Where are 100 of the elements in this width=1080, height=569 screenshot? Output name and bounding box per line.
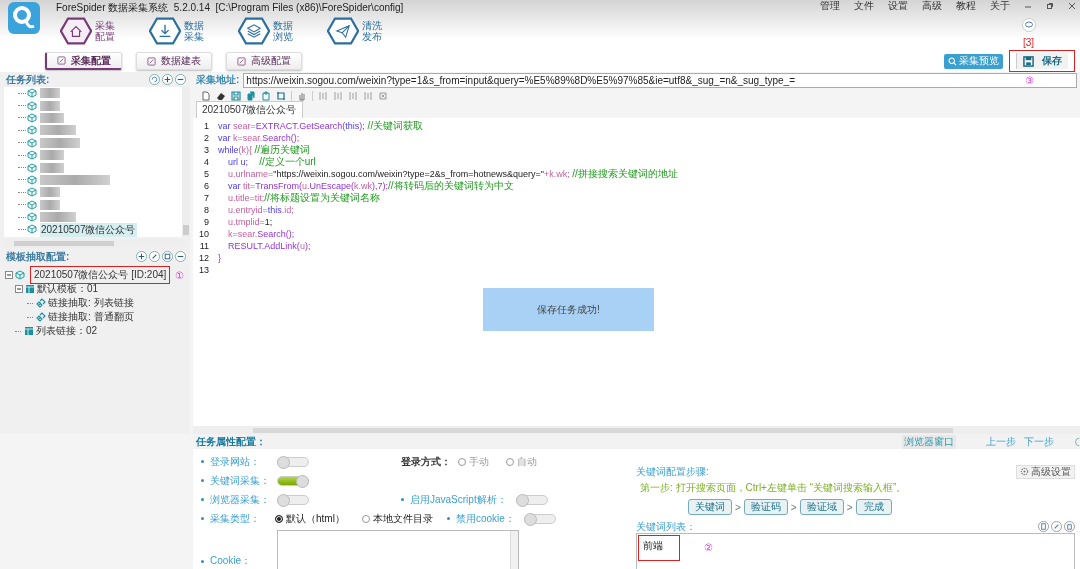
crop-icon[interactable] [276, 90, 286, 101]
tree-item[interactable]: 默认模板：01 [37, 282, 99, 296]
tree-connector [27, 316, 33, 318]
line-number: 1 [203, 121, 209, 131]
tree-connector [18, 129, 26, 131]
menu-item[interactable]: 设置 [888, 0, 908, 13]
file-icon[interactable] [201, 90, 211, 101]
keyword-item[interactable]: 前端 [643, 540, 663, 551]
refresh-icon[interactable] [149, 74, 160, 85]
save-icon[interactable] [162, 251, 173, 262]
scrollbar[interactable] [193, 426, 1080, 434]
menu-item[interactable]: 管理 [820, 0, 840, 13]
cube-icon [27, 88, 37, 99]
hand-icon[interactable] [297, 90, 307, 101]
cube-icon [27, 100, 37, 111]
trash-icon[interactable] [1064, 521, 1075, 532]
radio-button[interactable] [361, 514, 370, 523]
import-icon[interactable] [1038, 521, 1049, 532]
add-icon[interactable] [162, 74, 173, 85]
url-label: 采集地址: [195, 73, 240, 87]
save-icon[interactable] [231, 90, 241, 101]
editor-tab[interactable]: 20210507微信公众号 [196, 101, 303, 118]
code-line: k=sear.Search(); [227, 229, 295, 239]
paste-icon[interactable] [261, 90, 271, 101]
bullet-icon [446, 517, 450, 520]
add-icon[interactable] [136, 251, 147, 262]
step-separator: > [735, 501, 741, 513]
tree-connector [18, 229, 26, 230]
line-number: 8 [203, 205, 209, 215]
close-icon[interactable] [1068, 2, 1076, 10]
cube-icon [27, 187, 37, 198]
close-icon[interactable] [378, 90, 388, 101]
edit-icon [147, 56, 156, 66]
collapse-icon[interactable] [15, 285, 23, 293]
toggle-switch[interactable] [277, 456, 309, 467]
menu-item[interactable]: 教程 [956, 0, 976, 13]
edit-icon [57, 56, 66, 65]
line-number: 3 [203, 145, 209, 155]
url-field[interactable]: https://weixin.sogou.com/weixin?type=1&s_from=input&query=%E5%89%8D%E5%97%85&ie=utf8&_sug_=n&_sug_type_= ③ [243, 72, 1077, 88]
menu-item[interactable]: 文件 [854, 0, 874, 13]
tree-item[interactable]: 链接抽取: 列表链接 [48, 296, 134, 310]
field-label: 禁用cookie： [455, 511, 515, 526]
toggle-switch[interactable] [277, 494, 309, 505]
code-line: url u; //定义一个url [227, 155, 316, 169]
restore-icon[interactable] [1046, 2, 1054, 10]
tree-connector [15, 330, 21, 332]
bullet-icon [201, 479, 204, 482]
step-button[interactable]: 验证域 [799, 499, 844, 515]
tree-root-item[interactable]: 20210507微信公众号 [ID:204] [30, 266, 171, 284]
remove-icon[interactable] [175, 251, 186, 262]
copy-icon[interactable] [246, 90, 256, 101]
collapse-icon[interactable] [5, 271, 13, 279]
scrollbar[interactable] [182, 87, 190, 237]
code-line: while(k){ //遍历关键词 [218, 143, 311, 156]
cube-icon [27, 212, 37, 223]
cube-icon [27, 150, 37, 161]
edit-icon [237, 56, 246, 66]
field-label: 浏览器采集： [210, 492, 271, 507]
cube-icon [27, 224, 37, 235]
edit-icon[interactable] [149, 251, 160, 262]
line-number: 13 [198, 265, 209, 275]
step-button[interactable]: 关键词 [688, 499, 732, 515]
toggle-switch[interactable] [523, 513, 556, 524]
save-button[interactable]: 保存 [1016, 53, 1068, 69]
link-icon [36, 298, 46, 308]
sub-tab[interactable]: 高级配置 [226, 52, 302, 70]
menu-item[interactable]: 关于 [990, 0, 1010, 13]
tree-connector [18, 117, 26, 119]
section-title: 任务属性配置： [196, 434, 266, 449]
section-title: 关键词配置步骤: [636, 464, 709, 479]
step-button[interactable]: 完成 [855, 499, 892, 515]
link-icon [36, 312, 46, 322]
sub-tab[interactable]: 采集配置 [45, 52, 122, 70]
tree-item[interactable]: 链接抽取: 普通翻页 [48, 310, 134, 324]
advanced-settings-button[interactable]: 高级设置 [1016, 464, 1075, 479]
chat-icon[interactable] [1022, 18, 1036, 32]
line-number: 9 [203, 217, 209, 227]
cookie-textarea[interactable] [277, 530, 519, 569]
field-label: 采集类型： [210, 511, 261, 526]
keyword-list-field[interactable]: 前端 ② [636, 533, 1075, 569]
annotation-label: ① [175, 269, 185, 281]
sub-tab[interactable]: 数据建表 [136, 52, 212, 70]
app-logo [8, 2, 40, 34]
task-item[interactable]: 20210507微信公众号 [40, 222, 137, 237]
toggle-switch[interactable] [515, 494, 548, 505]
remove-icon[interactable] [175, 74, 186, 85]
panel-title: 任务列表: [6, 72, 50, 87]
tree-item[interactable]: 列表链接：02 [36, 324, 98, 338]
tree-connector [18, 191, 26, 193]
eraser-icon[interactable] [216, 90, 226, 101]
step-separator: > [846, 501, 853, 513]
field-label: 启用JavaScript解析： [410, 492, 507, 507]
help-icon[interactable] [1074, 436, 1080, 447]
menu-item[interactable]: 高级 [922, 0, 942, 13]
step-button[interactable]: 验证码 [743, 499, 788, 515]
step-separator: > [790, 501, 797, 513]
edit-icon[interactable] [1051, 521, 1062, 532]
toggle-switch[interactable] [277, 475, 309, 486]
radio-label[interactable]: 默认（html） [286, 511, 345, 526]
radio-label[interactable]: 本地文件目录 [372, 511, 433, 526]
